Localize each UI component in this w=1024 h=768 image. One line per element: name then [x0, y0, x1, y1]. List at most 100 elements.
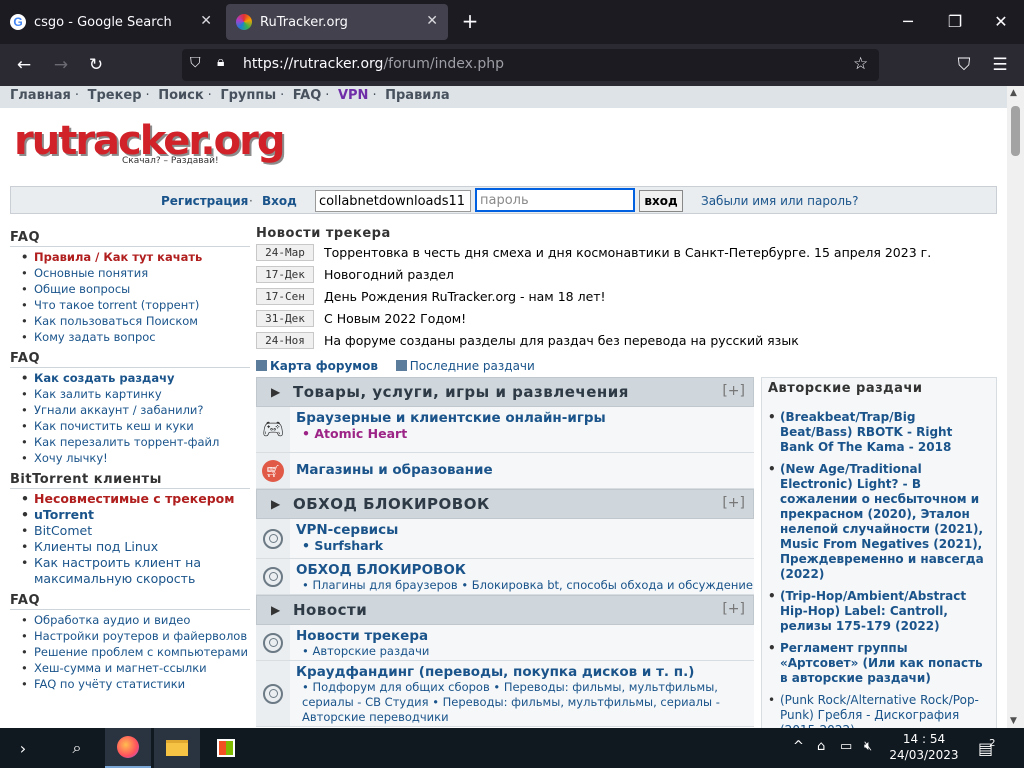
expand-toggle[interactable]: [+] — [722, 495, 745, 511]
sidebar-link[interactable]: Общие вопросы — [20, 281, 250, 297]
forum-map-link[interactable]: Карта форумов — [270, 359, 378, 373]
forum-title[interactable]: Новости трекера — [296, 628, 754, 644]
sidebar-link[interactable]: Угнали аккаунт / забанили? — [20, 402, 250, 418]
close-tab-icon[interactable]: ✕ — [426, 13, 438, 29]
store-icon[interactable] — [203, 728, 249, 768]
maximize-button[interactable]: ❐ — [943, 10, 967, 34]
release-link[interactable]: (Trip-Hop/Ambient/Abstract Hip-Hop) Labe… — [768, 589, 990, 634]
release-link[interactable]: (Breakbeat/Trap/Big Beat/Bass) RBOTK - R… — [768, 410, 990, 455]
category-header[interactable]: ▶ ОБХОД БЛОКИРОВОК [+] — [256, 489, 754, 519]
nav-home[interactable]: Главная — [10, 88, 71, 103]
firefox-icon[interactable] — [105, 728, 151, 768]
subforum-link[interactable]: • Плагины для браузеров • Блокировка bt,… — [296, 578, 754, 593]
subforum-link[interactable]: • Подфорум для общих сборов • Переводы: … — [296, 680, 754, 725]
network-device-icon[interactable]: ⌂ — [817, 739, 825, 754]
shield-icon[interactable]: ⛉ — [190, 55, 201, 71]
sidebar-link[interactable]: Как пользоваться Поиском — [20, 313, 250, 329]
forward-icon[interactable]: → — [49, 53, 73, 77]
notifications-icon[interactable]: ▤2 — [978, 738, 1000, 758]
search-icon[interactable]: ⌕ — [54, 728, 100, 768]
release-link[interactable]: (New Age/Traditional Electronic) Light? … — [768, 462, 990, 582]
scroll-thumb[interactable] — [1011, 106, 1020, 156]
sidebar-link[interactable]: Основные понятия — [20, 265, 250, 281]
news-link[interactable]: Торрентовка в честь дня смеха и дня косм… — [324, 245, 931, 260]
tray-chevron-icon[interactable]: ^ — [793, 739, 804, 754]
sidebar-link[interactable]: Как залить картинку — [20, 386, 250, 402]
subforum-link[interactable]: • Авторские раздачи — [296, 644, 754, 659]
sidebar-link[interactable]: BitComet — [20, 523, 250, 539]
subforum-link[interactable]: • Surfshark — [296, 538, 754, 553]
sidebar-link[interactable]: Что такое torrent (торрент) — [20, 297, 250, 313]
volume-muted-icon[interactable]: 🔇︎ — [864, 739, 872, 754]
sidebar-link[interactable]: FAQ по учёту статистики — [20, 676, 250, 692]
nav-rules[interactable]: Правила — [385, 88, 450, 103]
expand-toggle[interactable]: [+] — [722, 601, 745, 617]
category-title[interactable]: ОБХОД БЛОКИРОВОК — [293, 495, 490, 513]
release-link[interactable]: Регламент группы «Артсовет» (Или как поп… — [768, 641, 990, 686]
sidebar-link[interactable]: Решение проблем с компьютерами — [20, 644, 250, 660]
nav-faq[interactable]: FAQ — [293, 88, 322, 103]
news-link[interactable]: На форуме созданы разделы для раздач без… — [324, 333, 799, 348]
password-input[interactable] — [475, 188, 635, 212]
scroll-up-icon[interactable]: ▲ — [1010, 88, 1017, 98]
sidebar-link[interactable]: uTorrent — [20, 507, 250, 523]
collapse-arrow-icon[interactable]: ▶ — [271, 497, 280, 511]
category-title[interactable]: Товары, услуги, игры и развлечения — [293, 383, 629, 401]
sidebar-link[interactable]: Как почистить кеш и куки — [20, 418, 250, 434]
system-clock[interactable]: 14 : 54 24/03/2023 — [889, 731, 959, 763]
menu-icon[interactable]: ☰ — [988, 53, 1012, 77]
latest-releases-link[interactable]: Последние раздачи — [410, 359, 535, 373]
collapse-arrow-icon[interactable]: ▶ — [271, 385, 280, 399]
reload-icon[interactable]: ↻ — [84, 53, 108, 77]
news-link[interactable]: Новогодний раздел — [324, 267, 454, 282]
sidebar-link[interactable]: Несовместимые с трекером — [20, 491, 250, 507]
file-explorer-icon[interactable] — [154, 728, 200, 768]
news-link[interactable]: С Новым 2022 Годом! — [324, 311, 466, 326]
pocket-icon[interactable]: ⛉ — [952, 53, 976, 77]
network-icon[interactable]: ▭ — [840, 739, 852, 754]
collapse-arrow-icon[interactable]: ▶ — [271, 603, 280, 617]
start-chevron-icon[interactable]: › — [0, 728, 46, 768]
page-scrollbar[interactable]: ▲ ▼ — [1007, 86, 1024, 728]
sidebar-link[interactable]: Клиенты под Linux — [20, 539, 250, 555]
forum-title[interactable]: ОБХОД БЛОКИРОВОК — [296, 562, 754, 578]
tab-rutracker[interactable]: RuTracker.org ✕ — [226, 4, 448, 40]
sidebar-link[interactable]: Настройки роутеров и файерволов — [20, 628, 250, 644]
url-bar[interactable]: ⛉ 🔒︎ https://rutracker.org/forum/index.p… — [182, 49, 879, 81]
new-tab-button[interactable]: + — [458, 10, 482, 34]
expand-toggle[interactable]: [+] — [722, 383, 745, 399]
forum-title[interactable]: VPN-сервисы — [296, 522, 754, 538]
category-header[interactable]: ▶ Новости [+] — [256, 595, 754, 625]
sidebar-link[interactable]: Хеш-сумма и магнет-ссылки — [20, 660, 250, 676]
nav-groups[interactable]: Группы — [220, 88, 276, 103]
sidebar-link[interactable]: Кому задать вопрос — [20, 329, 250, 345]
login-link[interactable]: Вход — [262, 194, 297, 208]
subforum-link[interactable]: • Atomic Heart — [296, 426, 754, 441]
release-link[interactable]: (Punk Rock/Alternative Rock/Pop-Punk) Гр… — [768, 693, 990, 728]
forum-title[interactable]: Магазины и образование — [296, 462, 754, 478]
sidebar-link[interactable]: Правила / Как тут качать — [20, 249, 250, 265]
sidebar-link[interactable]: Как настроить клиент на максимальную ско… — [20, 555, 250, 587]
username-input[interactable] — [315, 190, 471, 212]
bookmark-star-icon[interactable]: ☆ — [853, 54, 868, 74]
forum-title[interactable]: Браузерные и клиентские онлайн-игры — [296, 410, 754, 426]
scroll-down-icon[interactable]: ▼ — [1010, 716, 1017, 726]
nav-search[interactable]: Поиск — [158, 88, 203, 103]
category-header[interactable]: ▶ Товары, услуги, игры и развлечения [+] — [256, 377, 754, 407]
minimize-button[interactable]: ─ — [896, 10, 920, 34]
site-logo[interactable]: rutracker.org Скачал? – Раздавай! — [14, 118, 285, 168]
lock-icon[interactable]: 🔒︎ — [217, 54, 224, 70]
tab-google[interactable]: G csgo - Google Search ✕ — [0, 0, 222, 44]
login-submit-button[interactable]: вход — [639, 190, 683, 212]
sidebar-link[interactable]: Как перезалить торрент-файл — [20, 434, 250, 450]
close-tab-icon[interactable]: ✕ — [200, 13, 212, 29]
sidebar-link[interactable]: Как создать раздачу — [20, 370, 250, 386]
sidebar-link[interactable]: Хочу лычку! — [20, 450, 250, 466]
forgot-password-link[interactable]: Забыли имя или пароль? — [701, 194, 858, 208]
forum-title[interactable]: Краудфандинг (переводы, покупка дисков и… — [296, 664, 754, 680]
news-link[interactable]: День Рождения RuTracker.org - нам 18 лет… — [324, 289, 606, 304]
nav-vpn[interactable]: VPN — [338, 88, 368, 103]
back-icon[interactable]: ← — [12, 53, 36, 77]
sidebar-link[interactable]: Обработка аудио и видео — [20, 612, 250, 628]
register-link[interactable]: Регистрация — [161, 194, 248, 208]
